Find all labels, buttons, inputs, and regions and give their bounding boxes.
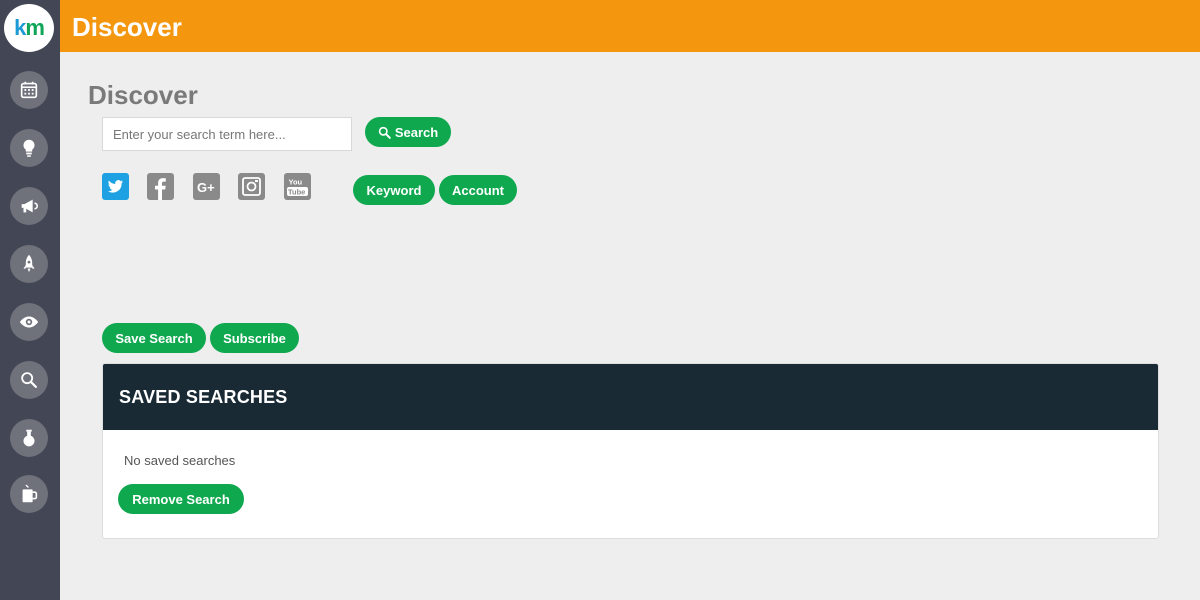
sidebar-item-lightbulb[interactable] (10, 129, 48, 167)
save-search-button[interactable]: Save Search (102, 323, 206, 353)
sidebar-item-flask[interactable] (10, 419, 48, 457)
sidebar-item-rocket[interactable] (10, 245, 48, 283)
saved-searches-panel: SAVED SEARCHES No saved searches Remove … (102, 363, 1159, 539)
search-icon (378, 126, 391, 139)
top-bar: Discover (60, 0, 1200, 52)
facebook-icon[interactable] (147, 173, 174, 200)
lightbulb-icon (23, 139, 35, 157)
remove-search-button[interactable]: Remove Search (118, 484, 244, 514)
saved-searches-title: SAVED SEARCHES (119, 386, 288, 407)
megaphone-icon (21, 199, 39, 213)
subscribe-button[interactable]: Subscribe (210, 323, 299, 353)
eye-icon (19, 316, 39, 328)
flask-icon (23, 429, 35, 447)
mug-icon (22, 484, 38, 503)
calendar-icon (20, 81, 38, 99)
sidebar-item-search[interactable] (10, 361, 48, 399)
sidebar-item-eye[interactable] (10, 303, 48, 341)
search-input[interactable] (102, 117, 352, 151)
sidebar-item-mug[interactable] (10, 475, 48, 513)
svg-text:You: You (289, 178, 303, 187)
empty-saved-searches-message: No saved searches (124, 453, 236, 468)
sidebar-item-calendar[interactable] (10, 71, 48, 109)
account-button[interactable]: Account (439, 175, 517, 205)
youtube-icon[interactable]: You Tube (284, 173, 311, 200)
svg-text:G+: G+ (197, 180, 215, 195)
rocket-icon (23, 254, 35, 273)
page-title: Discover (88, 80, 198, 110)
km-logo[interactable]: km (4, 4, 54, 52)
header-title: Discover (72, 12, 182, 42)
keyword-button[interactable]: Keyword (353, 175, 435, 205)
google-plus-icon[interactable]: G+ (193, 173, 220, 200)
twitter-icon[interactable] (102, 173, 129, 200)
sidebar-item-megaphone[interactable] (10, 187, 48, 225)
saved-searches-header: SAVED SEARCHES (103, 364, 1158, 430)
instagram-icon[interactable] (238, 173, 265, 200)
svg-text:Tube: Tube (288, 188, 305, 197)
search-button[interactable]: Search (365, 117, 451, 147)
sidebar: km (0, 0, 60, 600)
magnifier-icon (21, 372, 37, 388)
